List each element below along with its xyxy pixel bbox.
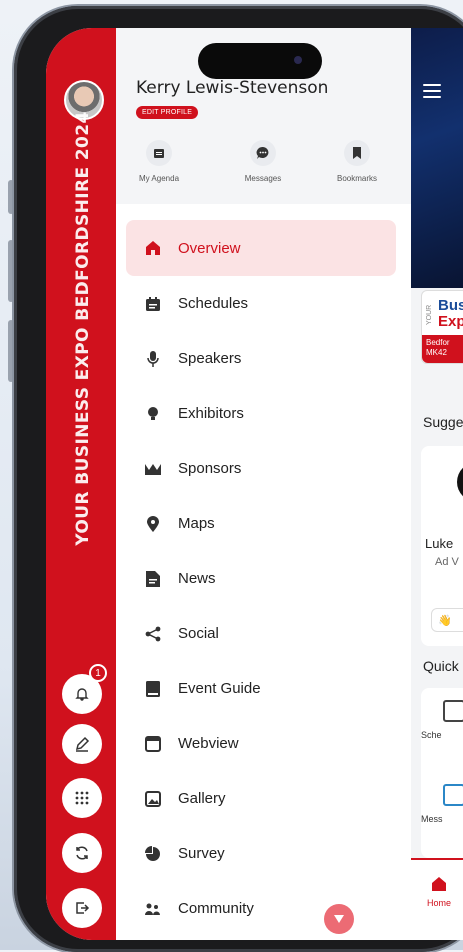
bookmarks-button[interactable]: Bookmarks bbox=[322, 140, 392, 183]
menu-item-exhibitors[interactable]: Exhibitors bbox=[126, 386, 396, 441]
suggested-card[interactable]: Luke Ad V 👋 bbox=[421, 446, 463, 646]
avatar bbox=[457, 462, 463, 502]
scroll-down-button[interactable] bbox=[324, 904, 354, 934]
my-agenda-label: My Agenda bbox=[138, 174, 180, 183]
menu-item-community[interactable]: Community bbox=[126, 881, 396, 936]
home-icon bbox=[144, 239, 162, 257]
menu-label: Community bbox=[178, 900, 254, 917]
chat-icon bbox=[250, 140, 276, 166]
bottom-tab-bar: Home bbox=[411, 858, 463, 940]
share-icon bbox=[144, 625, 162, 643]
screen: YOUR Bus Exp Bedfor MK42 Sugge Luke Ad V… bbox=[46, 28, 463, 940]
menu-label: Event Guide bbox=[178, 680, 261, 697]
menu-label: Schedules bbox=[178, 295, 249, 312]
menu-label: Webview bbox=[178, 735, 239, 752]
bookmarks-label: Bookmarks bbox=[336, 174, 377, 183]
message-icon[interactable] bbox=[443, 784, 463, 806]
my-agenda-button[interactable]: My Agenda bbox=[124, 140, 194, 183]
refresh-button[interactable] bbox=[62, 833, 102, 873]
navigation-drawer: Kerry Lewis-Stevenson EDIT PROFILE My Ag… bbox=[116, 28, 411, 940]
wave-button[interactable]: 👋 bbox=[431, 608, 463, 632]
news-icon bbox=[144, 570, 162, 588]
event-title: YOUR BUSINESS EXPO BEDFORDSHIRE 2024 bbox=[73, 111, 93, 546]
quick-link-messages[interactable]: Mess bbox=[421, 814, 443, 824]
menu-label: Sponsors bbox=[178, 460, 242, 477]
microphone-icon bbox=[144, 350, 162, 368]
menu-label: Exhibitors bbox=[178, 405, 244, 422]
messages-label: Messages bbox=[244, 174, 282, 183]
pencil-icon bbox=[75, 736, 90, 752]
refresh-icon bbox=[76, 846, 88, 860]
chevron-down-icon bbox=[334, 915, 344, 923]
browser-icon bbox=[144, 735, 162, 753]
menu-label: Social bbox=[178, 625, 219, 642]
menu-item-news[interactable]: News bbox=[126, 551, 396, 606]
home-tab-icon[interactable] bbox=[431, 876, 447, 897]
image-icon bbox=[144, 790, 162, 808]
bell-icon bbox=[75, 688, 89, 701]
event-logo: YOUR Bus Exp Bedfor MK42 bbox=[421, 290, 463, 364]
menu-label: Speakers bbox=[178, 350, 242, 367]
lightbulb-icon bbox=[144, 405, 162, 423]
logo-expo-text: Exp bbox=[438, 313, 463, 330]
logo-your-text: YOUR bbox=[426, 304, 433, 325]
logout-icon bbox=[76, 902, 90, 914]
bookmark-icon bbox=[344, 140, 370, 166]
people-icon bbox=[144, 900, 162, 918]
messages-button[interactable]: Messages bbox=[228, 140, 298, 183]
quick-links-heading: Quick bbox=[423, 658, 459, 674]
hero-banner bbox=[411, 28, 463, 288]
camera-icon bbox=[294, 56, 302, 64]
menu-item-speakers[interactable]: Speakers bbox=[126, 331, 396, 386]
menu-label: Maps bbox=[178, 515, 215, 532]
suggested-heading: Sugge bbox=[423, 414, 463, 430]
notification-badge: 1 bbox=[89, 664, 107, 682]
menu-item-event-guide[interactable]: Event Guide bbox=[126, 661, 396, 716]
home-page: YOUR Bus Exp Bedfor MK42 Sugge Luke Ad V… bbox=[411, 28, 463, 940]
side-rail: YOUR BUSINESS EXPO BEDFORDSHIRE 2024 1 bbox=[46, 28, 116, 940]
map-pin-icon bbox=[144, 515, 162, 533]
apps-button[interactable] bbox=[62, 778, 102, 818]
edit-profile-button[interactable]: EDIT PROFILE bbox=[136, 106, 199, 119]
tab-home[interactable]: Home bbox=[427, 898, 451, 908]
menu-icon[interactable] bbox=[423, 84, 441, 102]
menu-item-sponsors[interactable]: Sponsors bbox=[126, 441, 396, 496]
pie-chart-icon bbox=[144, 845, 162, 863]
agenda-icon bbox=[146, 140, 172, 166]
logo-business-text: Bus bbox=[438, 297, 463, 314]
logo-location-line1: Bedfor bbox=[426, 338, 450, 347]
menu-item-survey[interactable]: Survey bbox=[126, 826, 396, 881]
crown-icon bbox=[144, 460, 162, 478]
menu-label: Overview bbox=[178, 239, 241, 257]
calendar-icon bbox=[144, 295, 162, 313]
grid-icon bbox=[75, 791, 89, 805]
logout-button[interactable] bbox=[62, 888, 102, 928]
logo-location: Bedfor MK42 bbox=[422, 335, 463, 363]
menu-label: Survey bbox=[178, 845, 225, 862]
quick-link-schedules[interactable]: Sche bbox=[421, 730, 442, 740]
menu-list: Overview Schedules Speakers Exhibitors S… bbox=[126, 220, 396, 936]
suggested-role: Ad V bbox=[435, 556, 459, 568]
menu-label: News bbox=[178, 570, 216, 587]
dynamic-island bbox=[198, 43, 322, 79]
menu-item-webview[interactable]: Webview bbox=[126, 716, 396, 771]
user-name: Kerry Lewis-Stevenson bbox=[136, 78, 329, 98]
menu-item-schedules[interactable]: Schedules bbox=[126, 276, 396, 331]
logo-location-line2: MK42 bbox=[426, 348, 447, 357]
menu-item-social[interactable]: Social bbox=[126, 606, 396, 661]
menu-item-overview[interactable]: Overview bbox=[126, 220, 396, 276]
menu-item-maps[interactable]: Maps bbox=[126, 496, 396, 551]
phone-frame: YOUR Bus Exp Bedfor MK42 Sugge Luke Ad V… bbox=[14, 6, 463, 952]
suggested-name: Luke bbox=[425, 536, 454, 551]
schedule-icon[interactable] bbox=[443, 700, 463, 722]
menu-item-gallery[interactable]: Gallery bbox=[126, 771, 396, 826]
quick-links-card: Sche Mess bbox=[421, 688, 463, 858]
edit-button[interactable] bbox=[62, 724, 102, 764]
book-icon bbox=[144, 680, 162, 698]
menu-label: Gallery bbox=[178, 790, 226, 807]
